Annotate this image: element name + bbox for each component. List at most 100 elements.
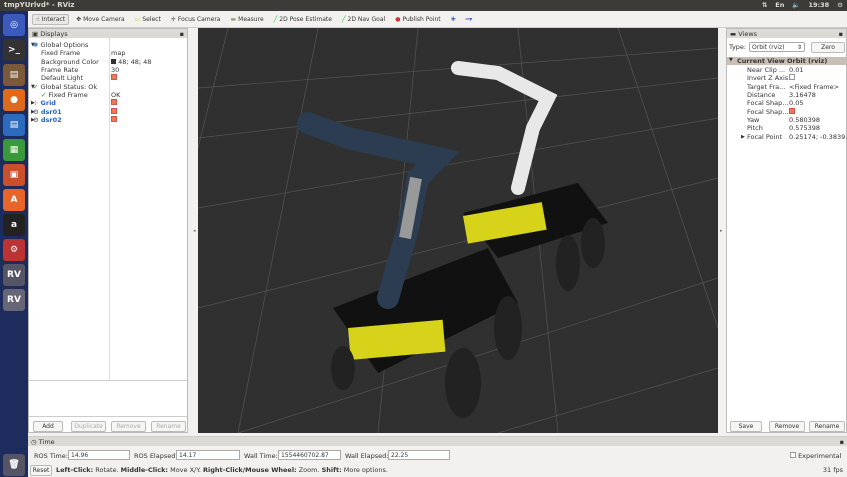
wall-time-field[interactable]: 1554460702.87 [278,450,341,460]
label-wrap: Default Light [41,74,84,83]
launcher: ◎ >_ ▤ ● ▤ ▦ ▣ A a ⚙ RV RV 🗑 [0,11,28,477]
display-row[interactable]: ▶ ⚙ dsr02 [29,115,187,124]
zero-button[interactable]: Zero [811,42,845,53]
impress-icon[interactable]: ▣ [3,164,25,186]
display-row[interactable]: ▼ ✓ Global Status: Ok [29,82,187,91]
software-center-icon[interactable]: A [3,189,25,211]
check-icon-wrap: ✓ Global Status: Ok [33,82,98,91]
expand-icon[interactable]: ▶ [741,134,745,140]
label-wrap: Background Color [41,57,99,66]
3d-viewport[interactable] [198,28,718,433]
collapse-right-handle[interactable]: ▸ [720,228,723,234]
view-property-row[interactable]: Distance 3.16478 [727,91,846,99]
wall-elapsed-field[interactable]: 22.25 [388,450,450,460]
checkbox[interactable] [111,107,117,114]
rviz-icon[interactable]: RV [3,264,25,286]
view-property-row[interactable]: Pitch 0.575398 [727,124,846,132]
move-icon: ✥ [76,15,82,23]
display-row[interactable]: Background Color 48; 48; 48 [29,58,187,66]
duplicate-button[interactable]: Duplicate [71,421,106,432]
time-panel: ◷ Time ▪ ROS Time: 14.96 ROS Elapsed: 14.… [28,436,847,462]
display-row[interactable]: ✓ Fixed Frame OK [29,91,187,99]
label-wrap: Fixed Frame [41,49,81,58]
network-icon[interactable]: ⇅ [762,1,767,9]
rviz-icon[interactable]: RV [3,289,25,311]
checkbox[interactable] [111,99,117,106]
ros-time-field[interactable]: 14.96 [68,450,130,460]
measure-tool[interactable]: ▬ Measure [227,15,266,24]
window-title: tmpYUrlvd* - RViz [4,1,75,9]
close-icon[interactable]: ▪ [839,30,843,38]
current-view-row[interactable]: ▼ Current View Orbit (rviz) [727,57,846,65]
save-view-button[interactable]: Save [730,421,762,432]
view-type-select[interactable]: Orbit (rviz) ⇕ [749,42,805,52]
display-row[interactable]: ▶ ⚙ dsr01 [29,107,187,116]
ros-elapsed-field[interactable]: 14.17 [176,450,240,460]
amazon-icon[interactable]: a [3,214,25,236]
label-wrap: Frame Rate [41,66,79,75]
view-property-row[interactable]: ▶ Focal Point 0.25174; -0.3839... [727,132,847,141]
rename-view-button[interactable]: Rename [809,421,845,432]
clock[interactable]: 19:38 [808,1,829,9]
view-property-row[interactable]: Focal Shap... 0.05 [727,99,846,107]
remove-tool-button[interactable]: ━▾ [463,15,476,24]
check-icon-wrap: ✓ Fixed Frame [41,90,88,99]
checkbox[interactable] [789,74,795,81]
settings-icon[interactable]: ⚙ [837,1,843,9]
experimental-checkbox[interactable]: Experimental [790,452,841,460]
display-row[interactable]: Frame Rate 30 [29,66,187,74]
rename-button[interactable]: Rename [151,421,186,432]
trash-icon[interactable]: 🗑 [3,454,25,476]
nav-goal-tool[interactable]: ╱ 2D Nav Goal [339,15,388,24]
display-row[interactable]: Default Light [29,74,187,82]
dash-icon[interactable]: ◎ [3,14,25,36]
check-icon: ✓ [33,82,39,91]
add-tool-button[interactable]: ✚ [448,15,459,24]
close-icon[interactable]: ▪ [840,438,844,446]
checkbox[interactable] [789,107,795,114]
checkbox[interactable] [111,115,117,122]
remove-button[interactable]: Remove [111,421,146,432]
checkbox[interactable] [111,74,117,81]
view-property-row[interactable]: Near Clip ... 0.01 [727,66,846,74]
reset-button[interactable]: Reset [30,464,52,476]
move-camera-tool[interactable]: ✥ Move Camera [73,15,128,24]
interact-tool[interactable]: ☝ Interact [32,13,70,25]
robot-icon: ⚙ [33,107,39,116]
type-label: Type: [729,43,747,51]
system-settings-icon[interactable]: ⚙ [3,239,25,261]
pose-estimate-tool[interactable]: ╱ 2D Pose Estimate [271,15,335,24]
displays-icon: ▣ [32,29,39,38]
views-header: ▬ Views ▪ [727,29,846,38]
view-property-row[interactable]: Invert Z Axis [727,74,846,82]
volume-icon[interactable]: 🔈 [792,1,800,9]
publish-point-tool[interactable]: ● Publish Point [392,15,443,24]
view-property-row[interactable]: Yaw 0.580398 [727,116,846,124]
firefox-icon[interactable]: ● [3,89,25,111]
files-icon[interactable]: ▤ [3,64,25,86]
add-button[interactable]: Add [33,421,63,432]
camera-icon: ▬ [730,29,737,38]
status-hint: Left-Click: Rotate. Middle-Click: Move X… [56,466,388,474]
display-row[interactable]: Fixed Frame map [29,49,187,57]
view-property-row[interactable]: Focal Shap... [727,107,846,116]
remove-view-button[interactable]: Remove [769,421,805,432]
keyboard-indicator[interactable]: En [775,1,784,9]
calc-icon[interactable]: ▦ [3,139,25,161]
gear-icon: ✺ [33,41,39,50]
views-panel: ▬ Views ▪ Type: Orbit (rviz) ⇕ Zero ▼ Curre… [726,28,847,433]
terminal-icon[interactable]: >_ [3,39,25,61]
select-tool[interactable]: ▭ Select [132,15,164,24]
display-row[interactable]: ▼ ✺ Global Options [29,41,187,49]
check-icon: ✓ [41,90,47,99]
display-row[interactable]: ▶ ⊹ Grid [29,99,187,107]
view-property-row[interactable]: Target Fra... <Fixed Frame> [727,83,846,91]
toolbar: ☝ Interact ✥ Move Camera ▭ Select ✛ Focus Ca… [28,11,847,28]
collapse-left-handle[interactable]: ◂ [193,228,196,234]
time-header: ◷ Time ▪ [28,437,847,446]
writer-icon[interactable]: ▤ [3,114,25,136]
window-titlebar: tmpYUrlvd* - RViz ⇅ En 🔈 19:38 ⚙ [0,0,847,11]
displays-panel: ▣ Displays ▪ ▼ ✺ Global Options Fixed Frame… [28,28,188,433]
focus-camera-tool[interactable]: ✛ Focus Camera [168,15,224,24]
close-icon[interactable]: ▪ [180,30,184,38]
